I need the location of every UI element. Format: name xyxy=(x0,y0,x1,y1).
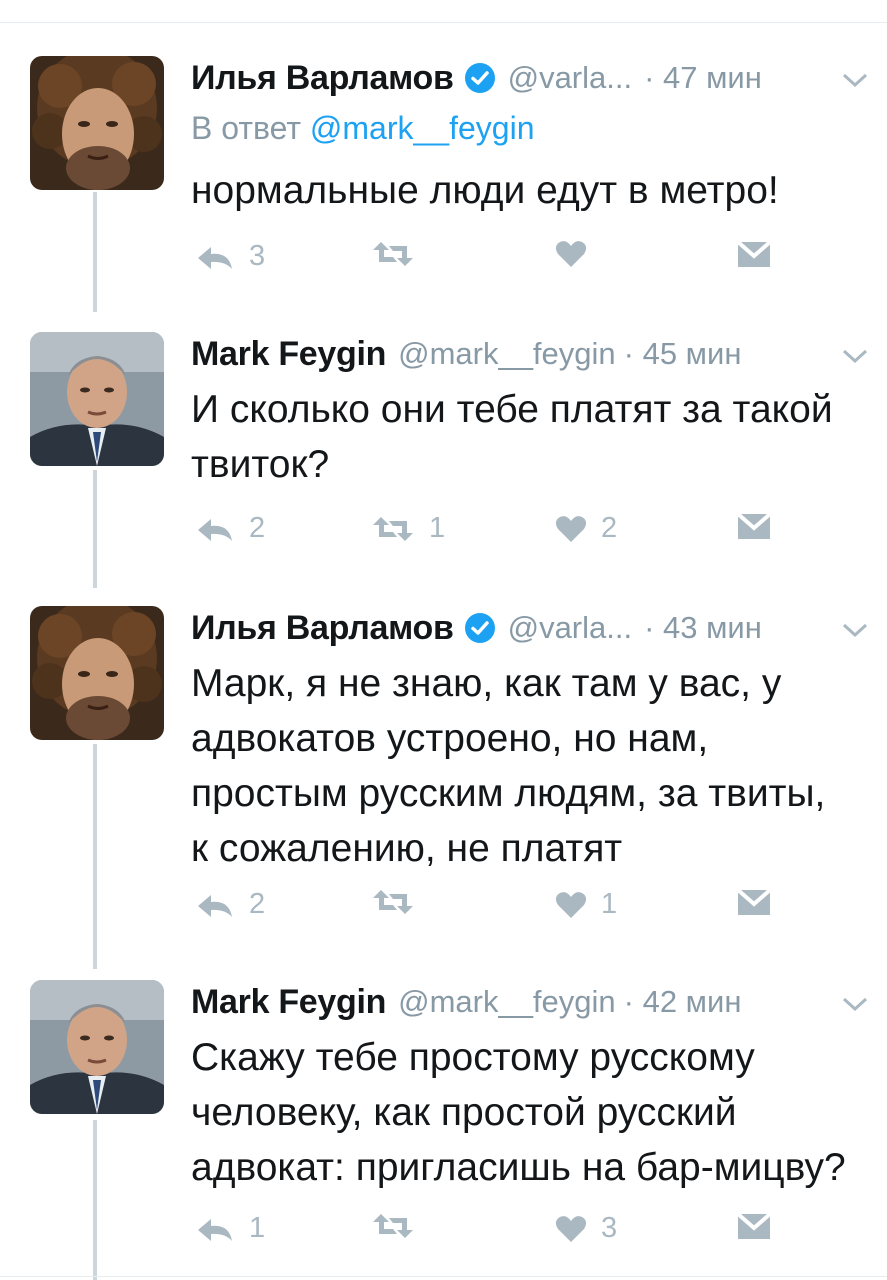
heart-icon xyxy=(555,1215,587,1242)
direct-message-button[interactable] xyxy=(737,512,771,540)
retweet-icon xyxy=(373,1214,413,1238)
retweet-icon xyxy=(373,890,413,914)
verified-badge-icon xyxy=(464,612,496,644)
envelope-icon xyxy=(737,888,771,915)
author-handle[interactable]: @varla... xyxy=(508,60,633,96)
top-divider xyxy=(0,22,887,23)
tweet-actions: 2 1 xyxy=(191,888,871,928)
heart-icon xyxy=(555,515,587,542)
tweet-text: нормальные люди едут в метро! xyxy=(191,169,779,212)
tweet-header: Mark Feygin @mark__feygin · 45 мин xyxy=(191,334,741,374)
author-name[interactable]: Илья Варламов xyxy=(191,59,454,98)
reply-icon xyxy=(198,246,232,269)
reply-button[interactable]: 2 xyxy=(195,512,265,545)
retweet-button[interactable] xyxy=(371,240,429,268)
envelope-icon xyxy=(737,240,771,267)
tweet-text: Скажу тебе простому русскому человеку, к… xyxy=(191,1036,846,1189)
chevron-down-icon[interactable] xyxy=(840,70,870,90)
tweet-header: Mark Feygin @mark__feygin · 42 мин xyxy=(191,982,741,1022)
thread-line xyxy=(93,192,97,312)
retweet-icon xyxy=(373,516,413,541)
like-button[interactable]: 3 xyxy=(555,1212,617,1245)
retweet-count: 1 xyxy=(429,512,446,544)
author-name[interactable]: Mark Feygin xyxy=(191,335,386,374)
reply-button[interactable]: 2 xyxy=(195,888,265,921)
author-handle[interactable]: @mark__feygin xyxy=(398,336,616,372)
tweet-header: Илья Варламов @varla... · 43 мин xyxy=(191,608,762,648)
timestamp[interactable]: · 43 мин xyxy=(644,610,762,646)
tweet-actions: 1 3 xyxy=(191,1212,871,1252)
direct-message-button[interactable] xyxy=(737,1212,771,1240)
avatar[interactable] xyxy=(30,332,164,466)
chevron-down-icon[interactable] xyxy=(840,346,870,366)
verified-badge-icon xyxy=(464,62,496,94)
avatar-feygin-image xyxy=(30,332,164,466)
timestamp[interactable]: · 45 мин xyxy=(624,336,742,372)
reply-count: 2 xyxy=(249,888,266,920)
like-count: 2 xyxy=(601,512,618,544)
tweet-actions: 2 1 2 xyxy=(191,512,871,552)
heart-icon xyxy=(555,241,587,267)
reply-icon xyxy=(198,518,232,541)
tweet-actions: 3 xyxy=(191,240,871,280)
author-name[interactable]: Илья Варламов xyxy=(191,609,454,648)
retweet-icon xyxy=(373,242,413,266)
chevron-down-icon[interactable] xyxy=(840,620,870,640)
avatar[interactable] xyxy=(30,980,164,1114)
reply-icon xyxy=(198,894,232,917)
like-button[interactable]: 1 xyxy=(555,888,617,921)
reply-button[interactable]: 3 xyxy=(195,240,265,273)
direct-message-button[interactable] xyxy=(737,240,771,268)
envelope-icon xyxy=(737,1212,771,1239)
retweet-button[interactable]: 1 xyxy=(371,512,445,545)
reply-prefix: В ответ xyxy=(191,110,310,146)
avatar[interactable] xyxy=(30,56,164,190)
avatar-varlamov-image xyxy=(30,606,164,740)
author-handle[interactable]: @mark__feygin xyxy=(398,984,616,1020)
like-count: 1 xyxy=(601,888,618,920)
avatar-varlamov-image xyxy=(30,56,164,190)
reply-count: 2 xyxy=(249,512,266,544)
reply-count: 1 xyxy=(249,1212,266,1244)
author-name[interactable]: Mark Feygin xyxy=(191,983,386,1022)
reply-button[interactable]: 1 xyxy=(195,1212,265,1245)
timestamp[interactable]: · 42 мин xyxy=(624,984,742,1020)
envelope-icon xyxy=(737,512,771,539)
retweet-button[interactable] xyxy=(371,1212,429,1240)
heart-icon xyxy=(555,891,587,918)
retweet-button[interactable] xyxy=(371,888,429,916)
like-count: 3 xyxy=(601,1212,618,1244)
like-button[interactable]: 2 xyxy=(555,512,617,545)
thread-line xyxy=(93,744,97,969)
tweet-text: И сколько они тебе платят за такой твито… xyxy=(191,388,833,486)
chevron-down-icon[interactable] xyxy=(840,994,870,1014)
bottom-divider xyxy=(0,1276,887,1277)
reply-icon xyxy=(198,1218,232,1241)
thread-line xyxy=(93,1120,97,1280)
avatar[interactable] xyxy=(30,606,164,740)
reply-context: В ответ @mark__feygin xyxy=(191,110,534,147)
reply-count: 3 xyxy=(249,240,266,272)
like-button[interactable] xyxy=(555,240,601,268)
avatar-feygin-image xyxy=(30,980,164,1114)
author-handle[interactable]: @varla... xyxy=(508,610,633,646)
direct-message-button[interactable] xyxy=(737,888,771,916)
timestamp[interactable]: · 47 мин xyxy=(644,60,762,96)
tweet-header: Илья Варламов @varla... · 47 мин xyxy=(191,58,762,98)
reply-mention-link[interactable]: @mark__feygin xyxy=(310,110,535,146)
tweet-text: Марк, я не знаю, как там у вас, у адвока… xyxy=(191,662,826,870)
thread-line xyxy=(93,470,97,588)
